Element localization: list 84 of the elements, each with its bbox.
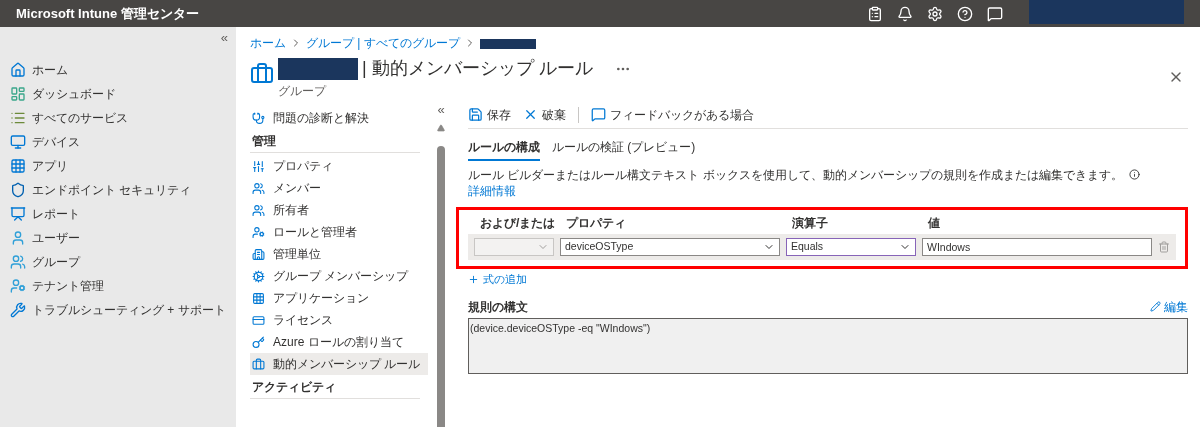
breadcrumb-link[interactable]: グループ | すべてのグループ bbox=[306, 34, 460, 52]
user-icon bbox=[10, 230, 26, 246]
nav-item[interactable]: グループ bbox=[0, 250, 84, 274]
nav-item[interactable]: すべてのサービス bbox=[0, 106, 132, 130]
scrollbar-thumb[interactable] bbox=[437, 146, 445, 427]
nav-item[interactable]: ユーザー bbox=[0, 226, 84, 250]
menu-item[interactable]: ライセンス bbox=[250, 309, 428, 331]
menu-item[interactable]: アプリケーション bbox=[250, 287, 428, 309]
list-icon bbox=[10, 110, 26, 126]
help-icon[interactable] bbox=[957, 5, 973, 22]
pencil-icon bbox=[1150, 301, 1161, 312]
toolbar-button[interactable]: 保存 bbox=[468, 105, 511, 124]
collapse-button[interactable]: « bbox=[437, 103, 445, 116]
building-icon bbox=[252, 247, 265, 261]
breadcrumb-link[interactable]: ホーム bbox=[250, 34, 286, 52]
tab[interactable]: ルールの検証 (プレビュー) bbox=[552, 135, 696, 161]
users-icon bbox=[252, 203, 265, 217]
clipboard-icon[interactable] bbox=[867, 5, 883, 22]
user-gear-icon bbox=[252, 225, 265, 239]
nav-item[interactable]: トラブルシューティング + サポート bbox=[0, 298, 230, 322]
tools-icon bbox=[10, 302, 26, 318]
description-text: ルール ビルダーまたはルール構文テキスト ボックスを使用して、動的メンバーシップの規則を作成または編集できます。 bbox=[468, 168, 1123, 182]
info-icon[interactable] bbox=[1128, 169, 1140, 180]
tab[interactable]: ルールの構成 bbox=[468, 135, 540, 161]
shield-icon bbox=[10, 182, 26, 198]
user-gear-icon bbox=[10, 278, 26, 294]
nav-item[interactable]: アプリ bbox=[0, 154, 72, 178]
menu-item[interactable]: ロールと管理者 bbox=[250, 221, 428, 243]
redaction-bar bbox=[479, 39, 536, 49]
more-info-link[interactable]: 詳細情報 bbox=[468, 184, 516, 198]
menu-item[interactable]: プロパティ bbox=[250, 155, 428, 177]
menu-item[interactable]: 動的メンバーシップ ルール bbox=[250, 353, 428, 375]
nav-item[interactable]: デバイス bbox=[0, 130, 84, 154]
save-icon bbox=[468, 107, 483, 122]
column-header: および/または bbox=[480, 215, 557, 232]
briefcase-icon bbox=[252, 357, 265, 371]
nav-item[interactable]: エンドポイント セキュリティ bbox=[0, 178, 196, 202]
column-header: 演算子 bbox=[792, 215, 829, 232]
close-icon bbox=[523, 107, 538, 122]
add-expression-button[interactable]: 式の追加 bbox=[468, 271, 527, 288]
users-icon bbox=[10, 254, 26, 270]
sliders-icon bbox=[252, 159, 265, 173]
property-dropdown[interactable]: deviceOSType bbox=[560, 238, 780, 256]
section-heading: 管理 bbox=[251, 132, 276, 150]
column-header: 値 bbox=[928, 215, 941, 232]
collapse-button[interactable]: « bbox=[220, 31, 228, 44]
toolbar-button[interactable]: 破棄 bbox=[523, 105, 566, 124]
home-icon bbox=[10, 62, 26, 78]
menu-item[interactable]: グループ メンバーシップ bbox=[250, 265, 428, 287]
gear-icon bbox=[252, 269, 265, 283]
briefcase-icon bbox=[250, 62, 274, 86]
settings-icon[interactable] bbox=[927, 5, 943, 22]
section-heading: アクティビティ bbox=[251, 378, 336, 396]
plus-icon bbox=[468, 273, 479, 285]
key-icon bbox=[252, 335, 265, 349]
page-subtitle: グループ bbox=[278, 83, 326, 100]
feedback-icon bbox=[591, 107, 606, 122]
menu-item[interactable]: 所有者 bbox=[250, 199, 428, 221]
menu-item[interactable]: 管理単位 bbox=[250, 243, 428, 265]
syntax-text: (device.deviceOSType -eq "WIndows") bbox=[470, 321, 651, 334]
toolbar-button[interactable]: フィードバックがある場合 bbox=[591, 105, 754, 124]
grid-icon bbox=[252, 291, 265, 305]
dashboard-icon bbox=[10, 86, 26, 102]
feedback-icon[interactable] bbox=[987, 5, 1003, 22]
edit-button[interactable]: 編集 bbox=[1150, 297, 1188, 316]
nav-item[interactable]: レポート bbox=[0, 202, 84, 226]
operator-dropdown[interactable]: Equals bbox=[786, 238, 916, 256]
menu-item[interactable]: メンバー bbox=[250, 177, 428, 199]
notification-icon[interactable] bbox=[897, 5, 913, 22]
scroll-up-icon[interactable] bbox=[437, 124, 445, 132]
nav-item[interactable]: ホーム bbox=[0, 58, 72, 82]
chart-screen-icon bbox=[10, 206, 26, 222]
grid-icon bbox=[10, 158, 26, 174]
app-title: Microsoft Intune 管理センター bbox=[16, 4, 199, 23]
value-field[interactable]: WIndows bbox=[922, 238, 1152, 256]
monitor-icon bbox=[10, 134, 26, 150]
menu-item[interactable]: Azure ロールの割り当て bbox=[250, 331, 428, 353]
nav-item[interactable]: ダッシュボード bbox=[0, 82, 120, 106]
users-icon bbox=[252, 181, 265, 195]
menu-item[interactable]: 問題の診断と解決 bbox=[250, 107, 428, 129]
syntax-label: 規則の構文 bbox=[468, 298, 528, 316]
nav-item[interactable]: テナント管理 bbox=[0, 274, 108, 298]
column-header: プロパティ bbox=[566, 215, 627, 232]
page-title: | 動的メンバーシップ ルール bbox=[362, 57, 593, 80]
